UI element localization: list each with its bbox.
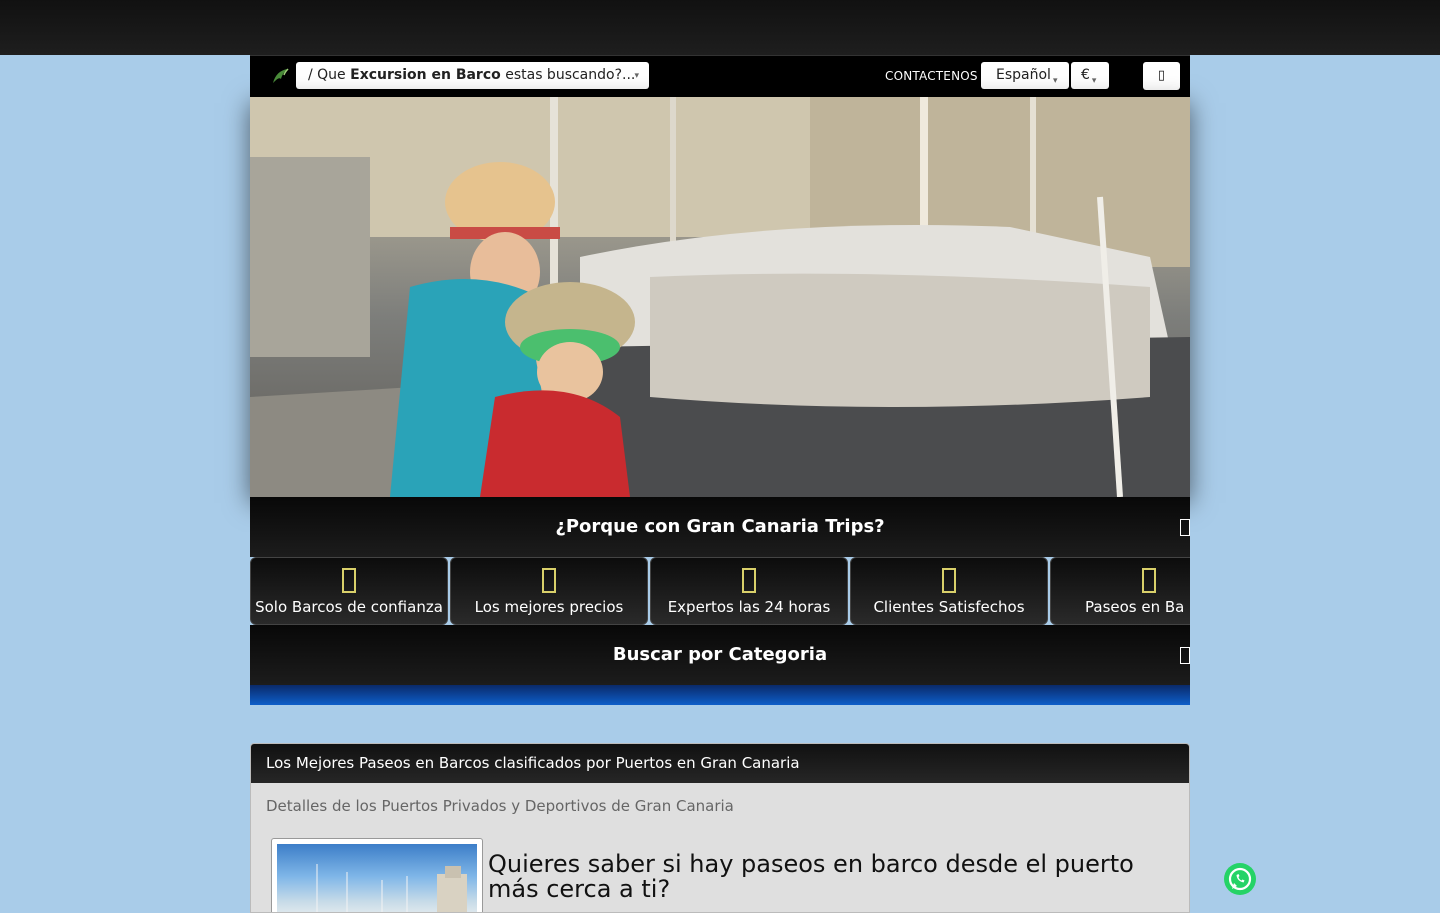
category-section-title: Buscar por Categoria <box>612 644 828 665</box>
hero-illustration <box>250 97 1190 497</box>
why-section-header[interactable]: ¿Porque con Gran Canaria Trips? <box>250 497 1190 557</box>
currency-select[interactable]: € ▾ <box>1071 62 1109 89</box>
search-input[interactable]: / Que Excursion en Barco estas buscando?… <box>296 62 649 89</box>
feature-card[interactable]: Expertos las 24 horas <box>650 557 848 625</box>
navbar: / Que Excursion en Barco estas buscando?… <box>250 55 1190 97</box>
clock-icon <box>742 568 756 593</box>
port-image <box>277 844 477 912</box>
feature-card[interactable]: Clientes Satisfechos <box>850 557 1048 625</box>
features-carousel: Solo Barcos de confianza Los mejores pre… <box>250 557 1190 625</box>
menu-button[interactable]: ▯ <box>1143 62 1180 90</box>
hero-image <box>250 97 1190 497</box>
dolphin-logo-icon[interactable] <box>270 66 290 86</box>
main-container: / Que Excursion en Barco estas buscando?… <box>250 55 1190 705</box>
chevron-down-icon: ▾ <box>1052 76 1058 86</box>
top-bar <box>0 0 1440 55</box>
ports-panel: Los Mejores Paseos en Barcos clasificado… <box>250 743 1190 913</box>
search-prefix: / Que <box>308 67 351 83</box>
menu-icon: ▯ <box>1157 68 1166 83</box>
chevron-down-icon: ▾ <box>1091 76 1097 86</box>
smile-icon <box>942 568 956 593</box>
price-icon <box>542 568 556 593</box>
why-section-title: ¿Porque con Gran Canaria Trips? <box>555 516 885 537</box>
panel-title: Los Mejores Paseos en Barcos clasificado… <box>251 744 1189 783</box>
feature-label: Expertos las 24 horas <box>667 598 831 616</box>
feature-card[interactable]: Solo Barcos de confianza <box>250 557 448 625</box>
feature-label: Solo Barcos de confianza <box>255 598 443 616</box>
ports-question: Quieres saber si hay paseos en barco des… <box>488 850 1134 903</box>
toggle-icon[interactable] <box>1180 647 1190 664</box>
feature-label: Paseos en Ba <box>1085 598 1185 616</box>
blue-divider <box>250 685 1190 705</box>
language-select[interactable]: Español ▾ <box>981 62 1069 89</box>
category-section-header[interactable]: Buscar por Categoria <box>250 625 1190 685</box>
port-thumbnail[interactable] <box>271 838 483 912</box>
language-value: Español <box>996 67 1051 83</box>
feature-label: Clientes Satisfechos <box>873 598 1025 616</box>
search-suffix: estas buscando?... <box>500 67 636 83</box>
panel-subtitle: Detalles de los Puertos Privados y Depor… <box>266 797 734 815</box>
trust-icon <box>342 568 356 593</box>
currency-value: € <box>1081 67 1090 83</box>
feature-card[interactable]: Los mejores precios <box>450 557 648 625</box>
feature-label: Los mejores precios <box>474 598 624 616</box>
contact-link[interactable]: CONTACTENOS <box>885 69 978 83</box>
chevron-down-icon: ▾ <box>634 71 639 81</box>
feature-card[interactable]: Paseos en Ba <box>1050 557 1190 625</box>
whatsapp-button[interactable] <box>1224 863 1256 895</box>
boat-icon <box>1142 568 1156 593</box>
whatsapp-icon <box>1228 867 1252 891</box>
search-bold-text: Excursion en Barco <box>350 67 501 83</box>
toggle-icon[interactable] <box>1180 519 1190 536</box>
